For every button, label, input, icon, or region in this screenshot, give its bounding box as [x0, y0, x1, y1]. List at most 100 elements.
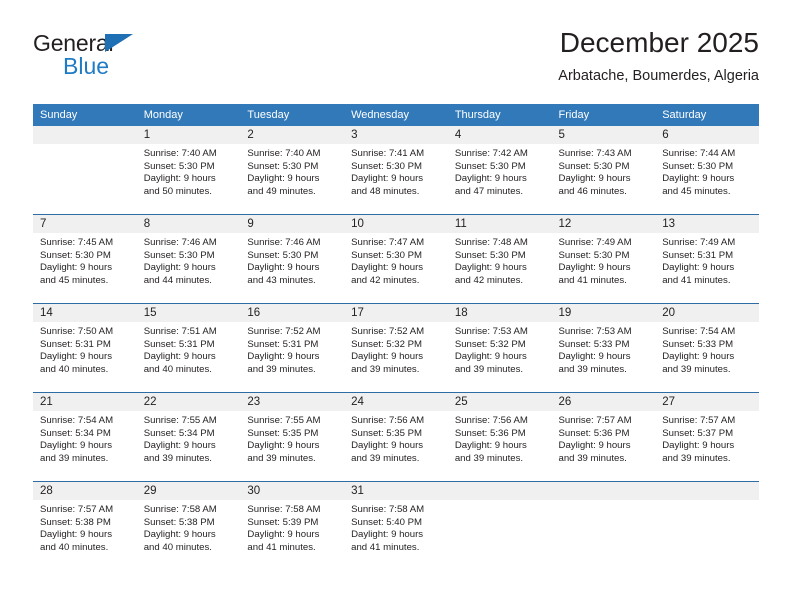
day-cell-inner: 18 Sunrise: 7:53 AM Sunset: 5:32 PM Dayligh… — [447, 304, 552, 392]
day-sun-info — [655, 500, 759, 504]
calendar-day-cell[interactable]: 7 Sunrise: 7:45 AM Sunset: 5:30 PM Daylight… — [33, 214, 137, 304]
day-cell-inner — [551, 482, 656, 570]
day-cell-inner — [33, 126, 137, 214]
calendar-day-cell-empty — [655, 481, 759, 570]
calendar-day-cell[interactable]: 11 Sunrise: 7:48 AM Sunset: 5:30 PM Dayligh… — [447, 214, 552, 304]
calendar-day-cell[interactable]: 24 Sunrise: 7:56 AM Sunset: 5:35 PM Dayligh… — [344, 392, 448, 482]
calendar-day-cell[interactable]: 1 Sunrise: 7:40 AM Sunset: 5:30 PM Daylight… — [136, 126, 241, 215]
sunrise-text: Sunrise: 7:51 AM — [143, 326, 217, 337]
calendar-day-cell[interactable]: 15 Sunrise: 7:51 AM Sunset: 5:31 PM Dayligh… — [136, 303, 241, 393]
sunrise-text: Sunrise: 7:46 AM — [143, 237, 217, 248]
day-number: 8 — [136, 215, 241, 233]
day-cell-inner: 30 Sunrise: 7:58 AM Sunset: 5:39 PM Dayligh… — [240, 482, 345, 570]
sunset-text: Sunset: 5:35 PM — [247, 427, 319, 439]
day-sun-info: Sunrise: 7:42 AM Sunset: 5:30 PM Daylight:… — [448, 144, 552, 198]
day-sun-info: Sunrise: 7:48 AM Sunset: 5:30 PM Daylight:… — [448, 233, 552, 287]
sunrise-text: Sunrise: 7:58 AM — [143, 504, 217, 515]
daylight-text: and 39 minutes. — [351, 363, 420, 375]
daylight-text: Daylight: 9 hours — [662, 262, 735, 274]
daylight-text: Daylight: 9 hours — [351, 529, 424, 541]
daylight-text: and 41 minutes. — [351, 541, 420, 553]
sunset-text: Sunset: 5:39 PM — [247, 516, 319, 528]
sunset-text: Sunset: 5:34 PM — [40, 427, 111, 439]
day-sun-info: Sunrise: 7:41 AM Sunset: 5:30 PM Daylight:… — [344, 144, 448, 198]
day-sun-info: Sunrise: 7:50 AM Sunset: 5:31 PM Daylight:… — [33, 322, 137, 376]
daylight-text: Daylight: 9 hours — [351, 351, 424, 363]
calendar-day-cell[interactable]: 28 Sunrise: 7:57 AM Sunset: 5:38 PM Dayligh… — [33, 481, 137, 570]
daylight-text: Daylight: 9 hours — [40, 440, 112, 452]
calendar-day-cell[interactable]: 5 Sunrise: 7:43 AM Sunset: 5:30 PM Daylight… — [551, 126, 656, 215]
sunset-text: Sunset: 5:32 PM — [351, 338, 423, 350]
daylight-text: Daylight: 9 hours — [351, 173, 424, 185]
daylight-text: Daylight: 9 hours — [454, 351, 527, 363]
calendar-day-cell[interactable]: 10 Sunrise: 7:47 AM Sunset: 5:30 PM Dayligh… — [344, 214, 448, 304]
daylight-text: and 47 minutes. — [454, 185, 524, 197]
sunrise-text: Sunrise: 7:57 AM — [40, 504, 114, 515]
calendar-page: General Blue December 2025 Arbatache, Bo… — [0, 0, 792, 612]
daylight-text: Daylight: 9 hours — [558, 262, 631, 274]
day-number: 14 — [33, 304, 137, 322]
sunrise-text: Sunrise: 7:52 AM — [247, 326, 321, 337]
sunrise-text: Sunrise: 7:58 AM — [351, 504, 425, 515]
calendar-day-cell[interactable]: 22 Sunrise: 7:55 AM Sunset: 5:34 PM Dayligh… — [136, 392, 241, 482]
daylight-text: Daylight: 9 hours — [143, 262, 216, 274]
sunrise-text: Sunrise: 7:49 AM — [558, 237, 632, 248]
calendar-day-cell[interactable]: 29 Sunrise: 7:58 AM Sunset: 5:38 PM Dayligh… — [136, 481, 241, 570]
general-blue-logo[interactable]: General Blue — [33, 30, 153, 88]
weekday-header-thursday: Thursday — [447, 104, 552, 126]
calendar-day-cell[interactable]: 14 Sunrise: 7:50 AM Sunset: 5:31 PM Dayligh… — [33, 303, 137, 393]
daylight-text: and 39 minutes. — [143, 452, 212, 464]
day-number: 11 — [447, 215, 552, 233]
page-subtitle-location: Arbatache, Boumerdes, Algeria — [558, 68, 759, 84]
calendar-week-row: 21 Sunrise: 7:54 AM Sunset: 5:34 PM Dayligh… — [33, 392, 759, 482]
sunset-text: Sunset: 5:31 PM — [662, 249, 734, 261]
day-sun-info: Sunrise: 7:56 AM Sunset: 5:36 PM Daylight:… — [448, 411, 552, 465]
day-sun-info: Sunrise: 7:46 AM Sunset: 5:30 PM Daylight:… — [240, 233, 344, 287]
sunset-text: Sunset: 5:40 PM — [351, 516, 423, 528]
calendar-day-cell[interactable]: 26 Sunrise: 7:57 AM Sunset: 5:36 PM Dayligh… — [551, 392, 656, 482]
calendar-day-cell[interactable]: 23 Sunrise: 7:55 AM Sunset: 5:35 PM Dayligh… — [240, 392, 345, 482]
day-number: 27 — [655, 393, 759, 411]
sunrise-text: Sunrise: 7:49 AM — [662, 237, 736, 248]
calendar-day-cell[interactable]: 16 Sunrise: 7:52 AM Sunset: 5:31 PM Dayligh… — [240, 303, 345, 393]
calendar-day-cell[interactable]: 19 Sunrise: 7:53 AM Sunset: 5:33 PM Dayligh… — [551, 303, 656, 393]
calendar-day-cell[interactable]: 2 Sunrise: 7:40 AM Sunset: 5:30 PM Daylight… — [240, 126, 345, 215]
day-number — [551, 482, 656, 500]
calendar-day-cell[interactable]: 13 Sunrise: 7:49 AM Sunset: 5:31 PM Dayligh… — [655, 214, 759, 304]
sunset-text: Sunset: 5:30 PM — [143, 249, 215, 261]
day-sun-info: Sunrise: 7:47 AM Sunset: 5:30 PM Daylight:… — [344, 233, 448, 287]
calendar-day-cell[interactable]: 21 Sunrise: 7:54 AM Sunset: 5:34 PM Dayligh… — [33, 392, 137, 482]
calendar-day-cell[interactable]: 12 Sunrise: 7:49 AM Sunset: 5:30 PM Dayligh… — [551, 214, 656, 304]
day-number: 21 — [33, 393, 137, 411]
day-sun-info — [33, 144, 137, 148]
calendar-day-cell[interactable]: 30 Sunrise: 7:58 AM Sunset: 5:39 PM Dayligh… — [240, 481, 345, 570]
calendar-day-cell[interactable]: 4 Sunrise: 7:42 AM Sunset: 5:30 PM Daylight… — [447, 126, 552, 215]
calendar-day-cell[interactable]: 25 Sunrise: 7:56 AM Sunset: 5:36 PM Dayligh… — [447, 392, 552, 482]
sunset-text: Sunset: 5:31 PM — [247, 338, 319, 350]
calendar-day-cell[interactable]: 3 Sunrise: 7:41 AM Sunset: 5:30 PM Daylight… — [344, 126, 448, 215]
day-sun-info: Sunrise: 7:56 AM Sunset: 5:35 PM Daylight:… — [344, 411, 448, 465]
daylight-text: and 39 minutes. — [558, 363, 627, 375]
calendar-day-cell[interactable]: 31 Sunrise: 7:58 AM Sunset: 5:40 PM Dayligh… — [344, 481, 448, 570]
day-sun-info: Sunrise: 7:58 AM Sunset: 5:38 PM Daylight:… — [137, 500, 241, 554]
sunrise-text: Sunrise: 7:55 AM — [247, 415, 321, 426]
calendar-week-row: 14 Sunrise: 7:50 AM Sunset: 5:31 PM Dayligh… — [33, 303, 759, 393]
calendar-day-cell[interactable]: 27 Sunrise: 7:57 AM Sunset: 5:37 PM Dayligh… — [655, 392, 759, 482]
sunset-text: Sunset: 5:30 PM — [247, 160, 319, 172]
calendar-day-cell[interactable]: 17 Sunrise: 7:52 AM Sunset: 5:32 PM Dayligh… — [344, 303, 448, 393]
calendar-day-cell[interactable]: 6 Sunrise: 7:44 AM Sunset: 5:30 PM Daylight… — [655, 126, 759, 215]
day-number: 16 — [240, 304, 345, 322]
sunrise-text: Sunrise: 7:45 AM — [40, 237, 114, 248]
daylight-text: Daylight: 9 hours — [247, 529, 320, 541]
day-sun-info: Sunrise: 7:52 AM Sunset: 5:31 PM Daylight:… — [240, 322, 344, 376]
daylight-text: and 39 minutes. — [662, 452, 731, 464]
calendar-day-cell[interactable]: 9 Sunrise: 7:46 AM Sunset: 5:30 PM Daylight… — [240, 214, 345, 304]
calendar-day-cell[interactable]: 18 Sunrise: 7:53 AM Sunset: 5:32 PM Dayligh… — [447, 303, 552, 393]
day-cell-inner: 9 Sunrise: 7:46 AM Sunset: 5:30 PM Daylight… — [240, 215, 345, 303]
daylight-text: and 43 minutes. — [247, 274, 316, 286]
daylight-text: and 39 minutes. — [40, 452, 109, 464]
calendar-day-cell[interactable]: 20 Sunrise: 7:54 AM Sunset: 5:33 PM Dayligh… — [655, 303, 759, 393]
daylight-text: Daylight: 9 hours — [351, 262, 424, 274]
calendar-day-cell[interactable]: 8 Sunrise: 7:46 AM Sunset: 5:30 PM Daylight… — [136, 214, 241, 304]
day-cell-inner: 29 Sunrise: 7:58 AM Sunset: 5:38 PM Dayligh… — [136, 482, 241, 570]
